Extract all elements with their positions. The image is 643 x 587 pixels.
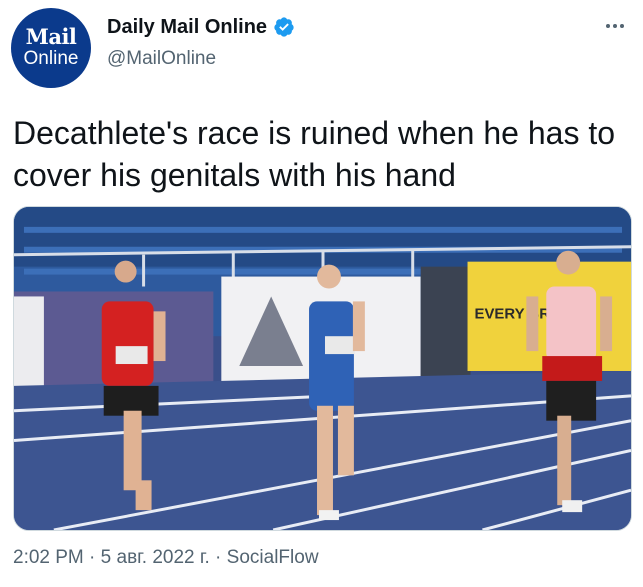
tweet-text: Decathlete's race is ruined when he has … xyxy=(13,115,616,193)
author-display-name[interactable]: Daily Mail Online xyxy=(107,14,267,40)
avatar[interactable]: Mail Online xyxy=(11,8,91,88)
tweet-card: Mail Online Daily Mail Online @MailOnlin… xyxy=(0,0,643,587)
tweet-source[interactable]: SocialFlow xyxy=(227,547,319,568)
tweet-meta: 2:02 PM · 5 авг. 2022 г. · SocialFlow xyxy=(13,546,319,570)
avatar-logo-line2: Online xyxy=(23,48,79,69)
background-gap xyxy=(420,266,471,386)
dot xyxy=(613,24,617,28)
verified-badge-icon xyxy=(274,17,294,37)
author-name-row: Daily Mail Online xyxy=(107,14,295,40)
avatar-logo-line1: Mail xyxy=(25,24,77,49)
author-block: Daily Mail Online @MailOnline xyxy=(107,14,295,72)
tweet-time[interactable]: 2:02 PM xyxy=(13,547,84,568)
author-handle[interactable]: @MailOnline xyxy=(107,46,295,72)
meta-separator: · xyxy=(83,547,101,568)
tweet-date[interactable]: 5 авг. 2022 г. xyxy=(101,547,210,568)
more-dots-icon[interactable] xyxy=(601,12,629,40)
meta-separator: · xyxy=(209,547,227,568)
dot xyxy=(620,24,624,28)
dot xyxy=(606,24,610,28)
tweet-photo[interactable]: EVERY BRIGHT xyxy=(13,206,632,531)
race-photo-illustration: EVERY BRIGHT xyxy=(14,207,631,530)
